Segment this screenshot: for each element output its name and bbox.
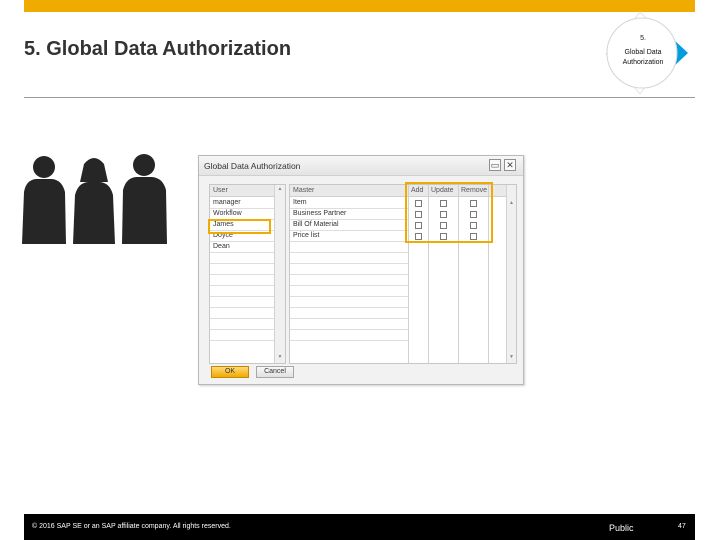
user-list-scrollbar[interactable]: ▲ ▼	[274, 185, 285, 363]
top-accent-bar	[24, 0, 695, 12]
permission-highlight	[405, 182, 493, 243]
scroll-up-icon[interactable]: ▲	[275, 185, 285, 194]
master-column-header: Master	[290, 185, 408, 197]
ok-button[interactable]: OK	[211, 366, 249, 378]
minimize-icon[interactable]: ▭	[489, 159, 501, 171]
footer-bar: © 2016 SAP SE or an SAP affiliate compan…	[24, 514, 695, 540]
step-badge-label: Global Data Authorization	[622, 49, 664, 66]
global-data-authorization-dialog: Global Data Authorization ▭ ✕ User manag…	[198, 155, 524, 385]
scroll-up-icon[interactable]: ▲	[507, 199, 516, 208]
master-row-business-partner: Business Partner	[290, 209, 408, 220]
page-title: 5. Global Data Authorization	[24, 38, 292, 60]
people-silhouette-icon	[22, 154, 167, 244]
user-row-dean[interactable]: Dean	[210, 242, 274, 253]
step-badge-text: 5. Global Data Authorization	[606, 34, 680, 68]
dialog-title-bar: Global Data Authorization ▭ ✕	[199, 156, 523, 176]
user-row-manager[interactable]: manager	[210, 198, 274, 209]
master-row-price-list: Price list	[290, 231, 408, 242]
scroll-down-icon[interactable]: ▼	[507, 353, 516, 362]
close-icon[interactable]: ✕	[504, 159, 516, 171]
scroll-down-icon[interactable]: ▼	[275, 353, 285, 362]
classification-label: Public	[609, 523, 634, 533]
user-column-header: User	[210, 185, 274, 197]
selected-user-highlight	[208, 219, 271, 234]
title-divider	[24, 97, 695, 98]
cancel-button[interactable]: Cancel	[256, 366, 294, 378]
master-row-bill-of-material: Bill Of Material	[290, 220, 408, 231]
dialog-title: Global Data Authorization	[204, 161, 301, 171]
master-row-item: Item	[290, 198, 408, 209]
master-rows: Item Business Partner Bill Of Material P…	[290, 198, 408, 341]
user-list: User manager Workflow James Doyce Dean ▲…	[209, 184, 286, 364]
copyright-text: © 2016 SAP SE or an SAP affiliate compan…	[32, 523, 231, 530]
step-badge-number: 5.	[640, 35, 646, 42]
page-number: 47	[678, 523, 686, 530]
master-grid-scrollbar[interactable]: ▲ ▼	[506, 185, 516, 363]
step-badge: 5. Global Data Authorization	[602, 8, 702, 98]
